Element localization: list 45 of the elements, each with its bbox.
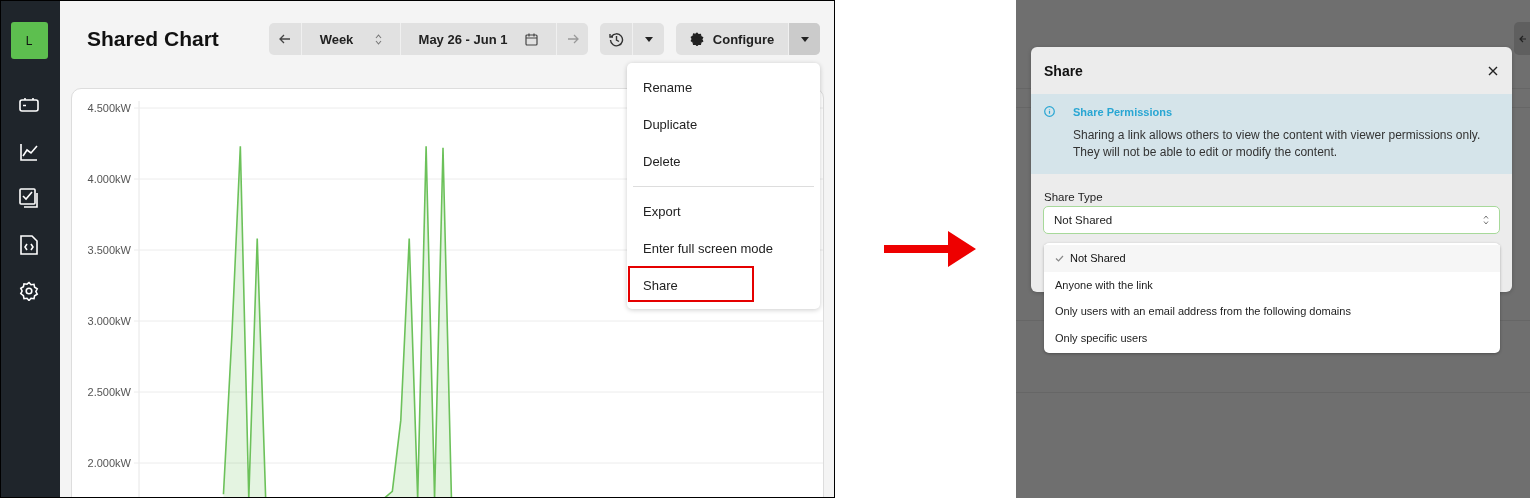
axis-label: 3.000kW [87,315,131,327]
check-icon [1055,254,1064,262]
axis-label: 3.500kW [87,244,131,256]
share-type-select[interactable]: Not Shared [1043,206,1500,234]
field-label: Share Type [1044,191,1104,203]
menu-item[interactable]: Duplicate [627,106,820,143]
page-title: Shared Chart [87,27,219,51]
axis-label: 4.500kW [87,102,131,114]
caret-down-icon [800,36,809,42]
dialog-title: Share [1044,62,1083,79]
arrow-right-icon [566,34,579,44]
arrow-left-icon [1519,34,1526,43]
info-icon [1044,106,1055,117]
period-select[interactable]: Week [301,23,400,55]
info-title: Share Permissions [1073,106,1174,118]
dropdown-option[interactable]: Only specific users [1044,324,1500,351]
checklist-icon [19,188,39,209]
arrow-left-icon [279,34,291,44]
info-text: Sharing a link allows others to view the content with viewer permissions only. They will not be able to edit or modify the content. [1073,127,1482,161]
axis-label: 4.000kW [87,173,131,185]
updown-icon [1483,215,1489,225]
dropdown-button[interactable] [788,23,820,55]
settings-icon [19,281,39,302]
date-range-picker[interactable]: May 26 - Jun 1 [400,23,556,55]
avatar[interactable]: L [10,22,48,59]
menu-item[interactable]: Rename [627,69,820,106]
close-button[interactable] [1488,65,1498,76]
close-icon [1488,65,1498,76]
code-file-icon [20,234,38,255]
card-icon [19,97,39,114]
menu-item[interactable]: Delete [627,143,820,180]
axis-label: 2.500kW [87,386,131,398]
menu-item[interactable]: Enter full screen mode [627,230,820,267]
menu-item[interactable]: Export [627,193,820,230]
dropdown-option[interactable]: Not Shared [1044,245,1500,272]
caret-down-icon [644,36,653,42]
chart-line-icon [19,141,39,162]
dropdown-option[interactable]: Anyone with the link [1044,271,1500,298]
updown-icon [375,33,383,45]
axis-label: 2.000kW [87,457,131,469]
history-icon [608,31,624,47]
menu-item[interactable]: Share [627,267,820,304]
settings-icon [689,32,704,46]
dropdown-option[interactable]: Only users with an email address from the following domains [1044,298,1500,325]
calendar-icon [525,32,539,46]
